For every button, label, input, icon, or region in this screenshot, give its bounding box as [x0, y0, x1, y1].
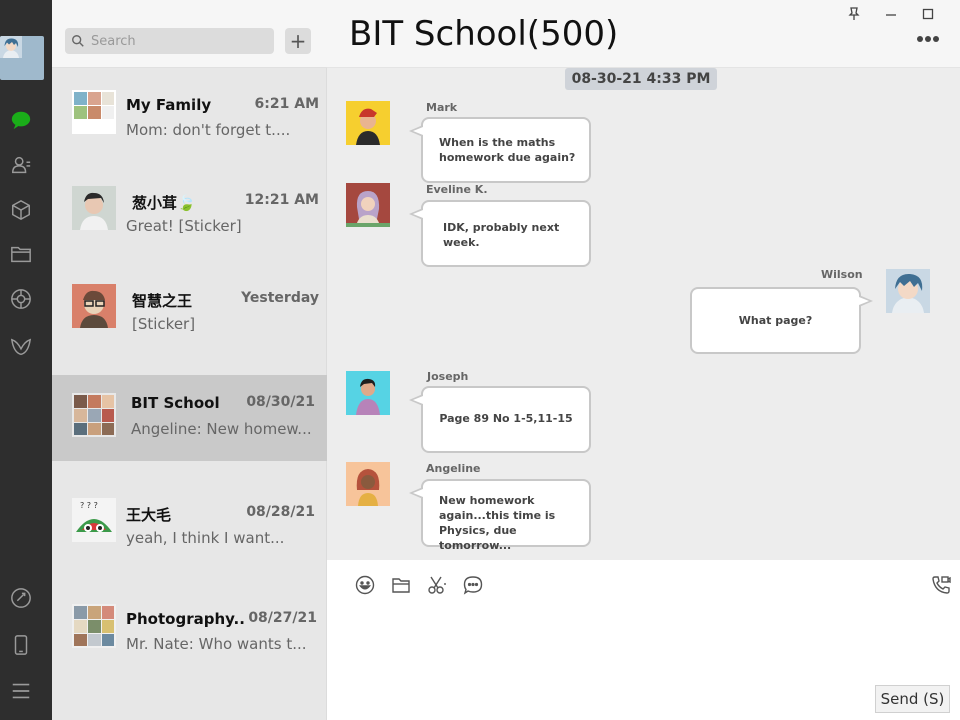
chat-name: Photography...: [126, 610, 246, 628]
scissors-icon[interactable]: [426, 574, 448, 596]
conversation-header: BIT School(500): [327, 0, 960, 68]
chat-time: 12:21 AM: [244, 192, 319, 208]
sender-name: Mark: [426, 101, 458, 114]
conversation-pane: BIT School(500) 08-30-21 4:33 PM Mark Wh: [327, 0, 960, 720]
search-input[interactable]: [91, 33, 261, 49]
message-bubble[interactable]: New homework again...this time is Physic…: [409, 479, 591, 552]
chat-name: BIT School: [131, 394, 220, 412]
message-text: Page 89 No 1-5,11-15: [439, 412, 573, 425]
folder-icon[interactable]: [390, 574, 412, 596]
navigation-rail: [0, 0, 52, 720]
search-box[interactable]: [65, 28, 274, 54]
moments-icon[interactable]: [8, 286, 34, 312]
menu-icon[interactable]: [8, 678, 34, 704]
sender-name: Wilson: [821, 268, 863, 281]
chat-bubble-icon[interactable]: [462, 574, 484, 596]
chat-list-item[interactable]: 智慧之王 Yesterday [Sticker]: [52, 262, 327, 348]
chat-icon[interactable]: [8, 107, 34, 133]
message-text: When is the maths homework due again?: [439, 136, 576, 164]
chat-time: 08/30/21: [246, 394, 315, 410]
chat-list-panel: + My Family 6:21 AM Mom: don't forget t.…: [52, 0, 327, 720]
mini-programs-icon[interactable]: [8, 334, 34, 360]
send-button[interactable]: Send (S): [875, 685, 950, 713]
message-area: 08-30-21 4:33 PM Mark When is the maths …: [327, 68, 960, 560]
chat-preview: yeah, I think I want...: [126, 529, 285, 547]
folder-icon[interactable]: [8, 241, 34, 267]
chat-time: 08/28/21: [246, 504, 315, 520]
chat-name: 葱小茸🍃: [132, 194, 196, 212]
add-chat-button[interactable]: +: [285, 28, 311, 54]
message-bubble[interactable]: IDK, probably next week.: [409, 200, 591, 267]
chat-list-header: +: [52, 0, 327, 68]
sender-avatar: [346, 183, 390, 227]
group-avatar: [72, 604, 116, 648]
sender-avatar: [346, 462, 390, 506]
chat-preview: [Sticker]: [132, 315, 196, 333]
chat-time: 08/27/21: [248, 610, 317, 626]
chat-preview: Mr. Nate: Who wants t...: [126, 635, 307, 653]
message-bubble[interactable]: What page?: [690, 287, 873, 354]
group-avatar: [72, 90, 116, 134]
chat-name: My Family: [126, 96, 212, 114]
link-icon[interactable]: [8, 585, 34, 611]
message-text: New homework again...this time is Physic…: [439, 494, 556, 552]
contacts-icon[interactable]: [8, 152, 34, 178]
emoji-icon[interactable]: [354, 574, 376, 596]
user-avatar[interactable]: [0, 36, 44, 80]
cube-icon[interactable]: [8, 197, 34, 223]
chat-list-item-active[interactable]: BIT School 08/30/21 Angeline: New homew.…: [52, 375, 327, 461]
chat-preview: Mom: don't forget t....: [126, 121, 291, 139]
message-text: IDK, probably next week.: [443, 221, 560, 249]
chat-list-item[interactable]: ? ? ? 王大毛 08/28/21 yeah, I think I want.…: [52, 476, 327, 562]
minimize-icon[interactable]: [881, 5, 901, 23]
sender-avatar: [346, 371, 390, 415]
sender-name: Angeline: [426, 462, 481, 475]
sender-name: Eveline K.: [426, 183, 488, 196]
phone-icon[interactable]: [8, 632, 34, 658]
chat-time: 6:21 AM: [254, 96, 319, 112]
sender-avatar: [346, 101, 390, 145]
more-options-icon[interactable]: [916, 34, 940, 44]
message-composer[interactable]: Send (S): [327, 560, 960, 720]
search-icon: [72, 35, 84, 47]
video-call-icon[interactable]: [930, 574, 952, 596]
message-timestamp: 08-30-21 4:33 PM: [565, 68, 717, 90]
conversation-title: BIT School(500): [349, 14, 619, 54]
message-text: What page?: [738, 314, 813, 327]
maximize-icon[interactable]: [918, 5, 938, 23]
chat-list-item[interactable]: 葱小茸🍃 12:21 AM Great! [Sticker]: [52, 164, 327, 250]
chat-list-item[interactable]: My Family 6:21 AM Mom: don't forget t...…: [52, 68, 327, 154]
message-bubble[interactable]: Page 89 No 1-5,11-15: [409, 386, 591, 453]
chat-list-item[interactable]: Photography... 08/27/21 Mr. Nate: Who wa…: [52, 582, 327, 668]
contact-avatar: [72, 186, 116, 230]
chat-preview: Great! [Sticker]: [126, 217, 242, 235]
svg-text:? ? ?: ? ? ?: [80, 501, 98, 510]
chat-preview: Angeline: New homew...: [131, 420, 312, 438]
group-avatar: [72, 393, 116, 437]
chat-name: 智慧之王: [132, 292, 193, 310]
message-bubble[interactable]: When is the maths homework due again?: [409, 117, 591, 183]
contact-avatar: [72, 284, 116, 328]
sender-name: Joseph: [427, 370, 469, 383]
chat-name: 王大毛: [126, 506, 172, 524]
pin-icon[interactable]: [844, 5, 864, 23]
chat-time: Yesterday: [241, 290, 319, 306]
contact-avatar: ? ? ?: [72, 498, 116, 542]
sender-avatar: [886, 269, 930, 313]
